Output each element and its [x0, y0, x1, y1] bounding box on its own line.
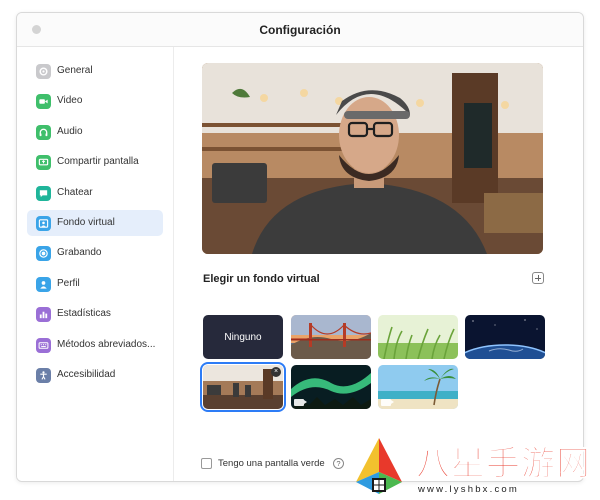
background-option-aurora[interactable] — [291, 365, 371, 409]
add-background-button[interactable] — [532, 272, 544, 284]
headphones-icon — [36, 124, 51, 140]
settings-window: Configuración General Video Audio Compar… — [16, 12, 584, 482]
sidebar-item-video[interactable]: Video — [27, 88, 163, 114]
gear-icon — [36, 64, 51, 79]
sidebar-item-label: Estadísticas — [57, 308, 111, 320]
sidebar-item-share-screen[interactable]: Compartir pantalla — [27, 149, 163, 175]
sidebar-item-accessibility[interactable]: Accesibilidad — [27, 362, 163, 388]
sidebar-item-label: Grabando — [57, 247, 102, 259]
title-bar: Configuración — [17, 13, 583, 47]
remove-background-icon[interactable]: × — [271, 367, 281, 377]
help-icon[interactable]: ? — [333, 458, 344, 469]
sidebar-item-profile[interactable]: Perfil — [27, 271, 163, 297]
sidebar-item-label: Accesibilidad — [57, 368, 116, 380]
virtual-background-icon — [36, 215, 51, 231]
sidebar-item-statistics[interactable]: Estadísticas — [27, 301, 163, 327]
green-screen-label: Tengo una pantalla verde — [218, 458, 325, 469]
sidebar-item-chat[interactable]: Chatear — [27, 180, 163, 206]
statistics-icon — [36, 307, 51, 323]
section-title: Elegir un fondo virtual — [203, 273, 320, 285]
keyboard-icon — [36, 337, 51, 353]
chat-icon — [36, 185, 51, 201]
window-title: Configuración — [259, 23, 341, 37]
share-screen-icon — [36, 155, 51, 171]
sidebar-item-label: Compartir pantalla — [57, 156, 139, 168]
background-option-golden-gate[interactable] — [291, 315, 371, 359]
sidebar-item-label: Video — [57, 95, 83, 107]
sidebar-item-recording[interactable]: Grabando — [27, 240, 163, 266]
camera-preview — [202, 63, 543, 254]
background-option-earth[interactable] — [465, 315, 545, 359]
sidebar-item-virtual-background[interactable]: Fondo virtual — [27, 209, 163, 236]
profile-icon — [36, 276, 51, 292]
video-background-icon — [381, 399, 394, 406]
green-screen-checkbox[interactable] — [201, 458, 212, 469]
video-icon — [36, 94, 51, 110]
record-icon — [36, 246, 51, 262]
sidebar-item-label: Chatear — [57, 186, 93, 198]
sidebar-item-label: Audio — [57, 125, 83, 137]
sidebar-item-label: Fondo virtual — [57, 216, 115, 228]
sidebar-item-general[interactable]: General — [27, 58, 163, 84]
settings-sidebar: General Video Audio Compartir pantalla C… — [17, 47, 174, 481]
sidebar-item-label: Perfil — [57, 277, 80, 289]
watermark-url: www.lyshbx.com — [418, 484, 520, 495]
background-option-cafe[interactable]: × — [200, 362, 286, 412]
background-option-grass[interactable] — [378, 315, 458, 359]
background-option-none[interactable]: Ninguno — [203, 315, 283, 359]
background-option-none-label: Ninguno — [224, 331, 262, 343]
sidebar-item-label: General — [57, 65, 93, 76]
accessibility-icon — [36, 367, 51, 383]
virtual-background-panel: Elegir un fondo virtual Ninguno × Tengo … — [175, 47, 583, 481]
video-background-icon — [294, 399, 307, 406]
sidebar-item-audio[interactable]: Audio — [27, 119, 163, 145]
sidebar-item-keyboard-shortcuts[interactable]: Métodos abreviados... — [27, 332, 163, 358]
background-option-beach[interactable] — [378, 365, 458, 409]
sidebar-item-label: Métodos abreviados... — [57, 338, 156, 350]
